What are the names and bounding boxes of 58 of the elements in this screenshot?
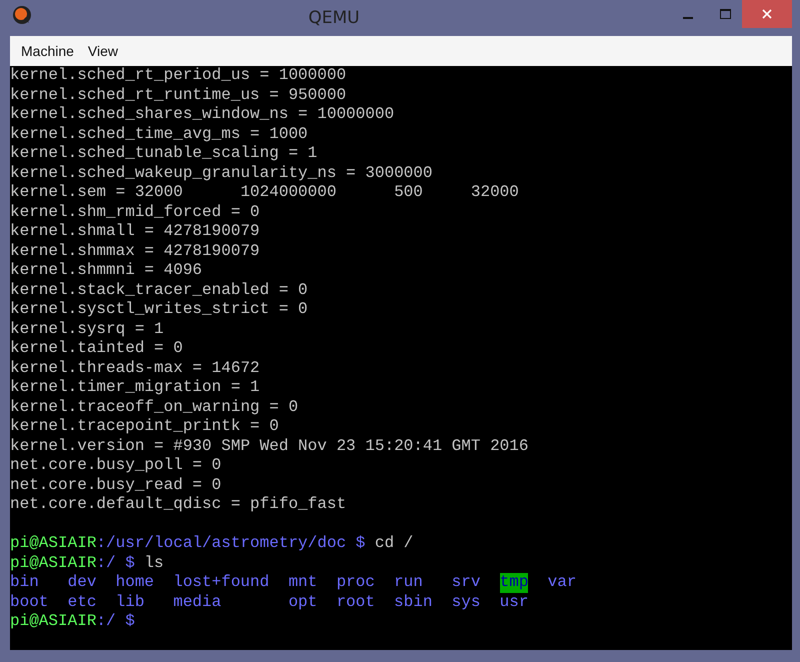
- directory-name: run: [394, 573, 423, 592]
- directory-name: lib: [116, 592, 144, 612]
- output-line: kernel.sched_wakeup_granularity_ns = 3000000: [10, 164, 432, 183]
- directory-name: opt: [288, 592, 318, 612]
- output-line: kernel.sched_rt_period_us = 1000000: [10, 66, 346, 86]
- output-line: kernel.shm_rmid_forced = 0: [10, 202, 260, 222]
- minimize-icon: [683, 17, 693, 19]
- command-text: cd /: [374, 534, 414, 554]
- prompt-user: pi@ASIAIR: [10, 612, 96, 632]
- output-line: kernel.sched_rt_runtime_us = 950000: [10, 86, 346, 105]
- output-line: kernel.version = #930 SMP Wed Nov 23 15:20:41 GMT 2016: [10, 436, 528, 456]
- window-title: QEMU: [308, 7, 360, 30]
- directory-name: var: [548, 573, 576, 592]
- directory-name: usr: [500, 592, 528, 612]
- directory-name: lost+found: [173, 573, 270, 592]
- output-line: kernel.sched_shares_window_ns = 10000000: [10, 105, 394, 124]
- app-logo-icon: [12, 5, 32, 25]
- output-line: kernel.timer_migration = 1: [10, 378, 260, 398]
- directory-name: media: [173, 592, 222, 612]
- output-line: net.core.default_qdisc = pfifo_fast: [10, 495, 346, 514]
- output-line: kernel.stack_tracer_enabled = 0: [10, 280, 308, 300]
- menu-item[interactable]: Machine: [20, 40, 75, 62]
- command-text: ls: [144, 554, 164, 573]
- directory-name: bin: [10, 573, 39, 592]
- output-line: kernel.shmall = 4278190079: [10, 222, 260, 242]
- output-line: net.core.busy_poll = 0: [10, 456, 222, 476]
- close-button[interactable]: [742, 0, 792, 28]
- prompt-path: :/ $: [96, 554, 135, 573]
- output-line: kernel.shmmni = 4096: [10, 261, 202, 280]
- output-line: kernel.traceoff_on_warning = 0: [10, 398, 298, 417]
- directory-name: root: [336, 592, 375, 612]
- maximize-icon: [720, 9, 730, 19]
- output-line: kernel.sem = 32000 1024000000 500 32000: [10, 183, 519, 202]
- menu-item[interactable]: View: [86, 40, 120, 62]
- output-line: kernel.sysctl_writes_strict = 0: [10, 300, 308, 320]
- prompt-path: :/ $: [96, 612, 135, 632]
- prompt-user: pi@ASIAIR: [10, 534, 96, 554]
- directory-name: sbin: [394, 592, 432, 612]
- directory-name: etc: [68, 592, 96, 612]
- close-icon: [762, 9, 772, 19]
- directory-name: sys: [452, 592, 480, 612]
- output-line: kernel.sysrq = 1: [10, 320, 164, 339]
- directory-name: boot: [10, 592, 48, 612]
- output-line: kernel.shmmax = 4278190079: [10, 242, 260, 261]
- directory-name: dev: [68, 573, 96, 592]
- output-line: kernel.threads-max = 14672: [10, 358, 260, 378]
- output-line: kernel.tracepoint_printk = 0: [10, 417, 279, 436]
- directory-name: mnt: [288, 573, 318, 592]
- prompt-user: pi@ASIAIR: [10, 554, 96, 573]
- directory-name: srv: [452, 573, 480, 592]
- output-line: kernel.sched_time_avg_ms = 1000: [10, 124, 308, 144]
- directory-name: tmp: [500, 573, 528, 592]
- output-line: net.core.busy_read = 0: [10, 476, 222, 495]
- output-line: kernel.tainted = 0: [10, 339, 183, 358]
- output-line: kernel.sched_tunable_scaling = 1: [10, 144, 318, 164]
- directory-name: home: [116, 573, 154, 592]
- directory-name: proc: [336, 573, 375, 592]
- prompt-path: :/usr/local/astrometry/doc $: [96, 534, 366, 554]
